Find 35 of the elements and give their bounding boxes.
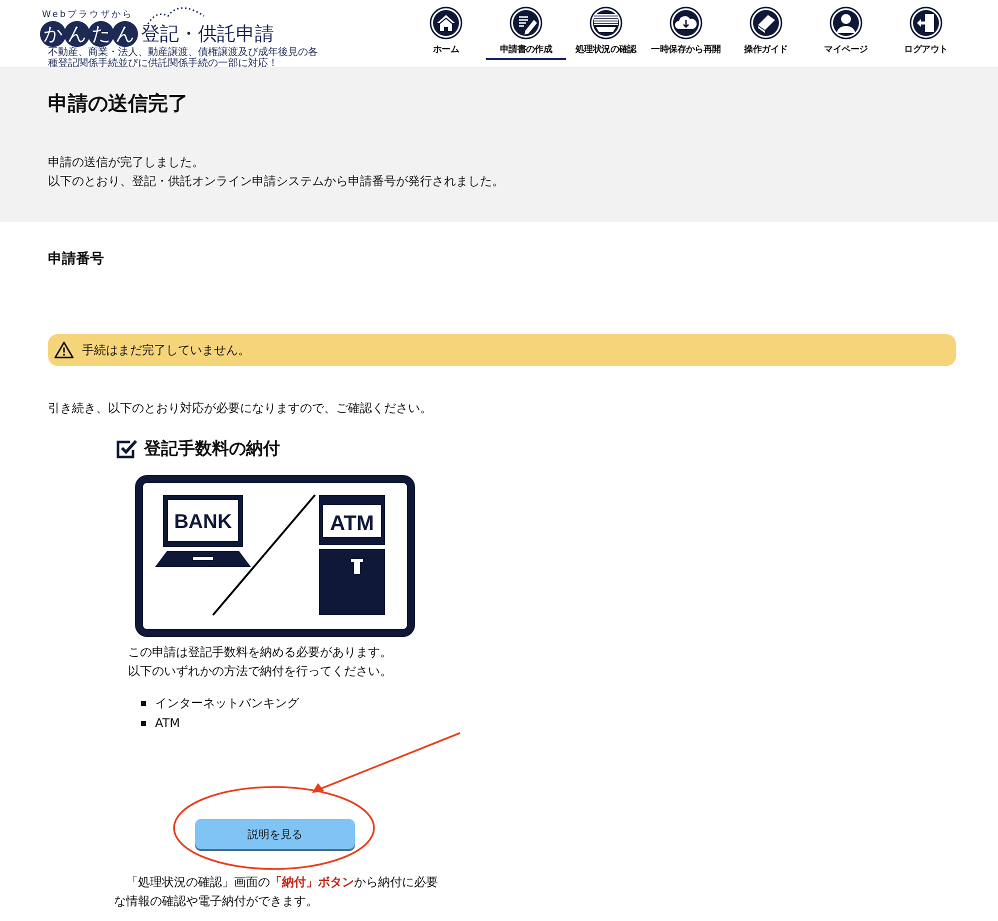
person-icon [829,6,863,40]
tray-icon [589,6,623,40]
nav-item[interactable]: ログアウト [886,0,966,60]
nav-item[interactable]: 一時保存から再開 [646,0,726,60]
payment-instruction: この申請は登記手数料を納める必要があります。 [128,644,393,661]
house-icon [429,6,463,40]
nav-item[interactable]: 申請書の作成 [486,0,566,60]
message-text: 申請の送信が完了しました。 [48,154,205,171]
book-icon [749,6,783,40]
warning-icon [54,341,74,359]
nav-item[interactable]: 操作ガイド [726,0,806,60]
instruction-text: 引き続き、以下のとおり対応が必要になりますので、ご確認ください。 [48,400,433,417]
payment-method: ATM [155,715,180,732]
page-title: 申請の送信完了 [48,90,189,117]
nav-item[interactable]: ホーム [406,0,486,60]
section-heading: 申請番号 [48,250,105,268]
payment-methods-drawing: BANK ATM [135,475,415,637]
payment-method: インターネットバンキング [155,695,299,712]
pencil-document-icon [509,6,543,40]
message-text: 以下のとおり、登記・供託オンライン申請システムから申請番号が発行されました。 [48,173,505,190]
note-text: 「処理状況の確認」画面の「納付」ボタンから納付に必要な情報の確認や電子納付ができます。 [114,874,439,910]
cloud-download-icon [669,6,703,40]
bullet-icon [141,700,146,706]
logo-mark: かんたん [40,21,136,47]
logo-title: 登記・供託申請 [141,22,274,46]
door-exit-icon [909,6,943,40]
nav-item[interactable]: 処理状況の確認 [566,0,646,60]
view-explanation-button[interactable]: 説明を見る [195,819,355,849]
logo-tagline: Webブラウザから [42,10,134,21]
warning-text: 手続はまだ完了していません。 [82,342,250,358]
checkbox-icon [116,438,138,458]
task-title: 登記手数料の納付 [144,438,280,460]
bullet-icon [141,720,146,726]
payment-instruction: 以下のいずれかの方法で納付を行ってください。 [128,663,393,680]
nav-item[interactable]: マイページ [806,0,886,60]
